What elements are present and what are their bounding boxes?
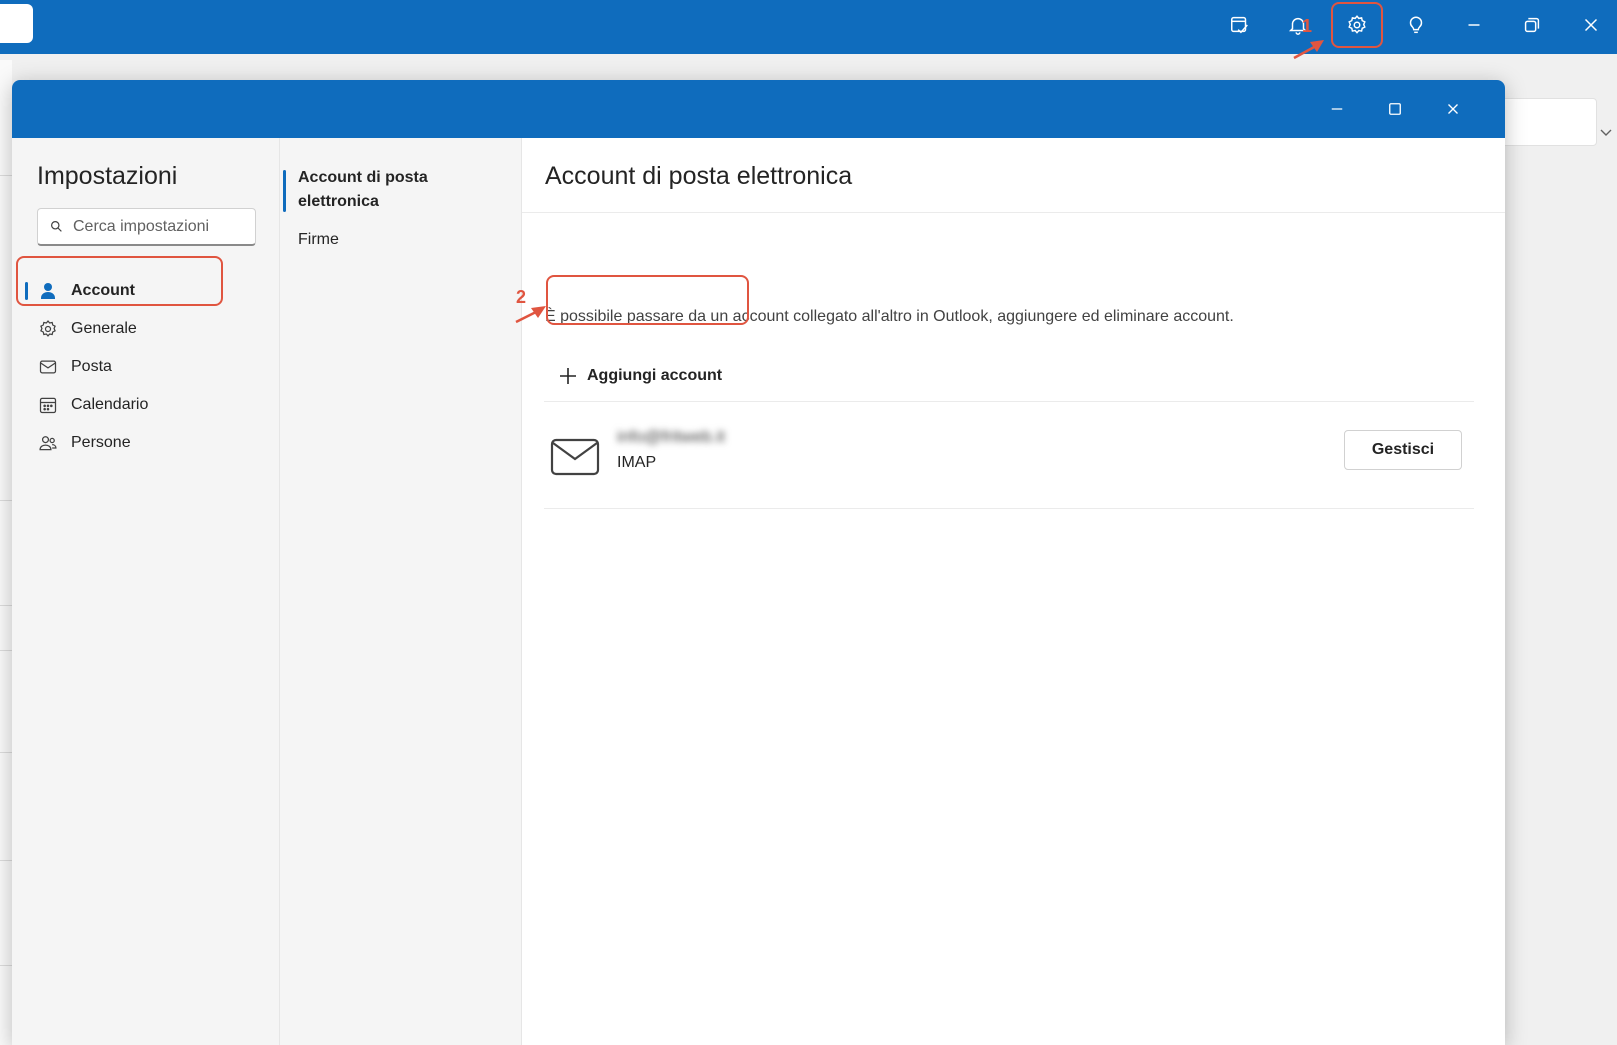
close-icon: [1584, 18, 1598, 32]
minimize-icon: [1468, 24, 1480, 26]
annotation-box-add-account: [546, 275, 749, 325]
annotation-arrow: [515, 306, 546, 324]
dialog-minimize-button[interactable]: [1317, 91, 1357, 127]
app-search-box[interactable]: [0, 4, 33, 43]
settings-search-box[interactable]: [37, 208, 256, 246]
mail-icon: [39, 360, 57, 374]
minimize-button[interactable]: [1450, 3, 1498, 47]
subnav-item-email-accounts[interactable]: Account di posta elettronica: [298, 166, 508, 214]
people-icon: [39, 436, 57, 451]
search-icon: [51, 221, 62, 232]
header-divider: [522, 212, 1505, 213]
settings-subnav: Account di posta elettronica Firme: [279, 138, 522, 1045]
tips-button[interactable]: [1392, 3, 1440, 47]
mail-icon: [550, 438, 600, 476]
dialog-maximize-button[interactable]: [1375, 91, 1415, 127]
maximize-icon: [1389, 103, 1401, 115]
nav-item-mail[interactable]: Posta: [23, 349, 263, 385]
nav-item-label: Generale: [71, 320, 137, 337]
settings-dialog: Impostazioni Account Generale Posta: [12, 80, 1505, 1045]
account-row: info@fritweb.it IMAP Gestisci: [544, 402, 1474, 504]
chevron-down-icon: [1600, 129, 1612, 136]
account-type: IMAP: [617, 454, 657, 471]
background-message-list: [0, 60, 12, 1045]
nav-item-general[interactable]: Generale: [23, 311, 263, 347]
nav-item-people[interactable]: Persone: [23, 425, 263, 461]
minimize-icon: [1331, 108, 1343, 110]
settings-search-input[interactable]: [73, 217, 243, 236]
dialog-close-button[interactable]: [1433, 91, 1473, 127]
nav-item-label: Calendario: [71, 396, 149, 413]
annotation-box-account: [16, 256, 223, 306]
nav-item-label: Posta: [71, 358, 112, 375]
dialog-title-bar: [12, 80, 1505, 138]
list-divider: [544, 508, 1474, 509]
annotation-arrow: [1293, 40, 1324, 60]
settings-title: Impostazioni: [37, 162, 178, 190]
restore-button[interactable]: [1508, 3, 1556, 47]
close-button[interactable]: [1567, 3, 1615, 47]
account-email: info@fritweb.it: [617, 427, 725, 446]
my-day-button[interactable]: [1216, 3, 1264, 47]
nav-item-calendar[interactable]: Calendario: [23, 387, 263, 423]
calendar-icon: [39, 397, 57, 414]
lightbulb-icon: [1409, 16, 1423, 34]
page-title: Account di posta elettronica: [545, 162, 853, 190]
add-account-button[interactable]: Aggiungi account: [544, 354, 736, 398]
nav-item-label: Persone: [71, 434, 131, 451]
manage-account-button[interactable]: Gestisci: [1344, 430, 1462, 470]
subnav-item-signatures[interactable]: Firme: [298, 228, 508, 252]
restore-icon: [1524, 17, 1540, 33]
my-day-icon: [1231, 16, 1248, 34]
annotation-box-settings: [1331, 2, 1383, 48]
close-icon: [1448, 104, 1458, 114]
active-indicator: [283, 170, 286, 212]
plus-icon: [560, 368, 576, 384]
gear-icon: [40, 320, 56, 337]
add-account-label: Aggiungi account: [587, 367, 723, 384]
